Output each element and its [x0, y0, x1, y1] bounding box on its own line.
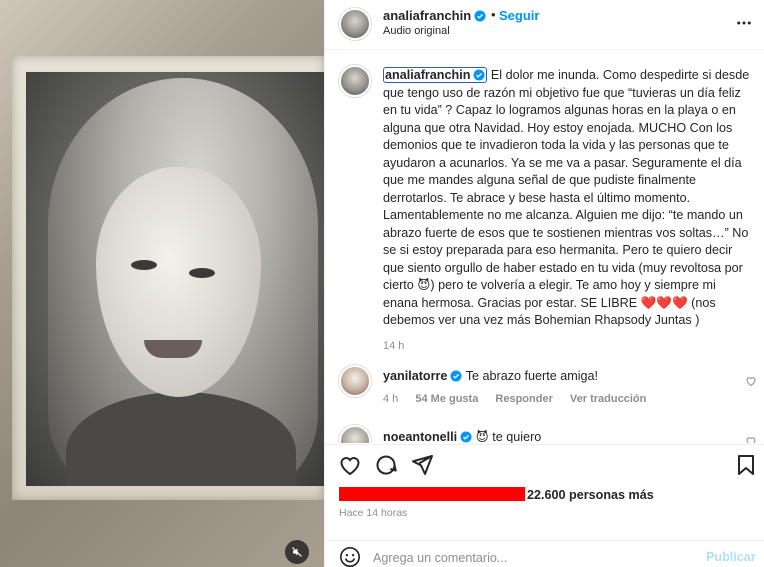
verified-badge-icon: [473, 69, 485, 81]
photo-eye-right: [189, 268, 215, 278]
verified-badge-icon: [474, 10, 486, 22]
post-actions: 22.600 personas más Hace 14 horas Public…: [325, 444, 764, 567]
verified-badge-icon: [460, 431, 472, 443]
comment-like-icon[interactable]: [745, 375, 757, 387]
add-comment-bar: Publicar: [325, 540, 764, 567]
comment-time: 4 h: [383, 393, 399, 405]
post-time-ago: Hace 14 horas: [339, 507, 408, 519]
header-username[interactable]: analiafranchin: [383, 8, 471, 23]
caption-text: El dolor me inunda. Como despedirte si d…: [383, 68, 750, 327]
likes-text[interactable]: 22.600 personas más: [527, 488, 654, 502]
reply-button[interactable]: Responder: [495, 393, 552, 405]
header-dot-separator: •: [491, 7, 496, 22]
photo-eye-left: [131, 260, 157, 270]
caption-avatar[interactable]: [339, 65, 371, 97]
emoji-icon[interactable]: [339, 546, 361, 567]
comment-like-icon[interactable]: [745, 435, 757, 443]
follow-button[interactable]: Seguir: [499, 8, 539, 23]
comment-text: 😈 te quiero: [475, 430, 542, 443]
comment-meta: 4 h 54 Me gusta Responder Ver traducción: [383, 393, 660, 405]
photo-mouth: [144, 340, 202, 358]
header-username-row: analiafranchin: [383, 8, 486, 23]
comment-line: noeantonelli 😈 te quiero: [383, 429, 541, 443]
comment-username[interactable]: noeantonelli: [383, 430, 457, 443]
verified-badge-icon: [450, 370, 462, 382]
portrait-photo: [26, 72, 324, 486]
more-options-icon[interactable]: [735, 14, 753, 32]
post-caption: analiafranchin El dolor me inunda. Como …: [383, 67, 753, 355]
caption-username[interactable]: analiafranchin: [385, 68, 470, 82]
translate-button[interactable]: Ver traducción: [570, 393, 646, 405]
share-icon[interactable]: [410, 453, 434, 477]
comment-line: yanilatorre Te abrazo fuerte amiga!: [383, 369, 598, 383]
avatar[interactable]: [339, 425, 371, 443]
post-media[interactable]: [0, 0, 324, 567]
comment-likes[interactable]: 54 Me gusta: [415, 393, 478, 405]
audio-label[interactable]: Audio original: [383, 25, 450, 37]
avatar[interactable]: [339, 8, 371, 40]
caption-time: 14 h: [383, 339, 405, 352]
avatar[interactable]: [339, 365, 371, 397]
comments-section[interactable]: analiafranchin El dolor me inunda. Como …: [325, 51, 764, 443]
heart-icon[interactable]: [338, 453, 362, 477]
post-header: analiafranchin • Seguir Audio original: [325, 0, 764, 50]
mute-icon: [292, 547, 302, 557]
caption-username-box[interactable]: analiafranchin: [383, 67, 488, 83]
likes-count[interactable]: 22.600 personas más: [339, 487, 654, 502]
comment-input[interactable]: [373, 547, 683, 567]
mute-button[interactable]: [285, 540, 309, 564]
comment-icon[interactable]: [374, 453, 398, 477]
comment-username[interactable]: yanilatorre: [383, 369, 447, 383]
bookmark-icon[interactable]: [734, 453, 758, 477]
redaction-bar: [339, 487, 525, 501]
publish-button[interactable]: Publicar: [706, 550, 756, 564]
comment-text: Te abrazo fuerte amiga!: [465, 369, 598, 383]
post-sidebar: analiafranchin • Seguir Audio original a…: [324, 0, 764, 567]
